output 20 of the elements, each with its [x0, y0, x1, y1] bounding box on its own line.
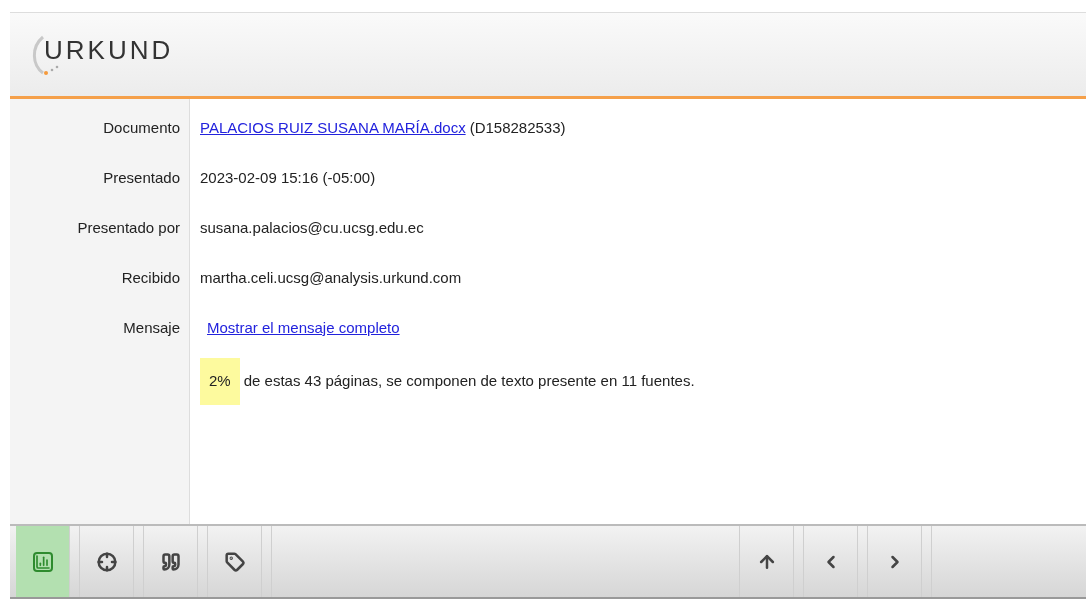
tag-icon — [224, 551, 245, 572]
crosshair-icon — [96, 551, 117, 572]
field-label: Presentado — [103, 168, 180, 188]
field-value: martha.celi.ucsg@analysis.urkund.com — [200, 267, 462, 288]
link[interactable]: PALACIOS RUIZ SUSANA MARÍA.docx — [200, 116, 466, 140]
quote-icon — [160, 551, 181, 572]
percent-badge: 2% — [200, 358, 240, 405]
logo-dots-icon — [43, 64, 60, 75]
logo-arc-icon — [30, 34, 44, 75]
logo-text: URKUND — [44, 34, 174, 65]
summary-text: de estas 43 páginas, se componen de texto presente en 11 fuentes. — [243, 371, 695, 391]
field-label: Recibido — [121, 268, 180, 288]
chart-icon — [32, 551, 53, 572]
link[interactable]: Mostrar el mensaje completo — [207, 316, 400, 340]
field-label: Mensaje — [123, 318, 180, 338]
field-value: (D158282533) — [469, 117, 566, 138]
field-label: Documento — [103, 118, 180, 138]
field-label: Presentado por — [77, 218, 180, 238]
field-value: 2023-02-09 15:16 (-05:00) — [200, 167, 376, 188]
field-value: susana.palacios@cu.ucsg.edu.ec — [200, 217, 424, 238]
